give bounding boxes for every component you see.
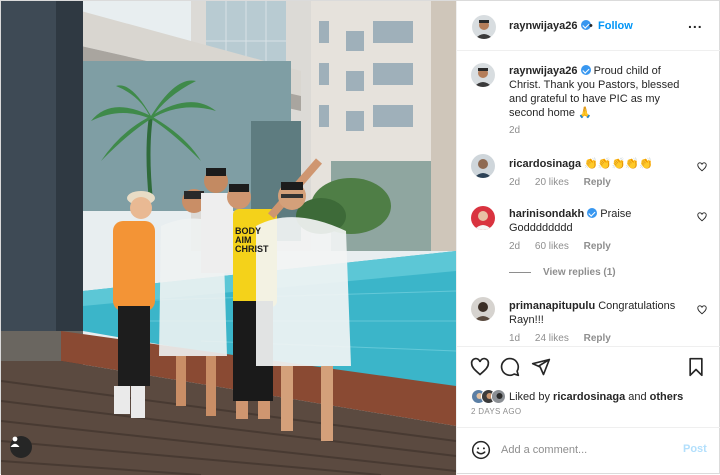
user-tag-icon[interactable] [10,436,32,458]
bookmark-icon[interactable] [686,357,706,377]
replies-line [509,271,531,273]
reply-button[interactable]: Reply [584,241,611,252]
heart-icon[interactable] [470,357,490,377]
comment-username[interactable]: harinisondakh [509,208,584,220]
caption-age: 2d [509,125,521,136]
author-avatar[interactable] [471,63,495,87]
liker-avatar [491,389,506,404]
view-replies-button[interactable]: View replies (1) [509,267,616,278]
view-replies-label: View replies (1) [543,267,616,278]
comment-heart-icon[interactable] [697,305,707,315]
shirt-text: BODY AIM CHRIST [235,226,269,254]
comment-likes[interactable]: 24 likes [535,333,569,344]
post-header: raynwijaya26 • Follow ... [457,1,720,51]
author-username[interactable]: raynwijaya26 [509,20,591,32]
comment-text: harinisondakh Praise Godddddddd [509,207,689,235]
photo-illustration [1,1,456,475]
comment-input[interactable] [501,440,671,460]
comment-username[interactable]: ricardosinaga [509,158,581,170]
comments-list: raynwijaya26 Proud child of Christ. Than… [457,51,720,346]
reply-button[interactable]: Reply [584,177,611,188]
likes-and: and [628,391,647,403]
commenter-avatar[interactable] [471,154,495,178]
more-icon[interactable]: ... [688,15,703,31]
comment-age: 2d [509,177,521,188]
likes-prefix: Liked by [509,391,550,403]
comment-meta: 1d 24 likes Reply [509,333,623,344]
post-timestamp: 2 DAYS AGO [471,407,522,416]
likes-summary: Liked by ricardosinaga and others [471,389,711,405]
caption-text: raynwijaya26 Proud child of Christ. Than… [509,64,689,120]
comment-age: 2d [509,241,521,252]
liker-username[interactable]: ricardosinaga [553,391,625,403]
caption-meta: 2d [509,125,532,136]
comment-heart-icon[interactable] [697,162,707,172]
action-bar [457,346,720,386]
instagram-post-modal: BODY AIM CHRIST raynwijaya26 • Follow ..… [0,0,720,475]
follow-button[interactable]: Follow [598,20,633,32]
comment-icon[interactable] [500,357,520,377]
likers-avatars[interactable] [471,389,507,405]
likes-others-link[interactable]: others [650,391,684,403]
emoji-icon[interactable] [471,440,491,460]
comment-age: 1d [509,333,521,344]
comment-text: primanapitupulu Congratulations Rayn!!! [509,299,689,327]
comment-meta: 2d 20 likes Reply [509,177,623,188]
comment-meta: 2d 60 likes Reply [509,241,623,252]
likes-text: Liked by ricardosinaga and others [509,391,683,403]
commenter-avatar[interactable] [471,297,495,321]
comment-likes[interactable]: 60 likes [535,241,569,252]
comment-text: ricardosinaga 👏👏👏👏👏 [509,157,689,171]
commenter-avatar[interactable] [471,206,495,230]
post-comment-button[interactable]: Post [683,443,707,455]
separator-dot: • [589,20,593,32]
reply-button[interactable]: Reply [584,333,611,344]
author-avatar[interactable] [472,15,496,39]
verified-icon [580,65,591,75]
comment-heart-icon[interactable] [697,212,707,222]
post-photo[interactable]: BODY AIM CHRIST [1,1,456,475]
verified-icon [587,208,598,218]
comment-likes[interactable]: 20 likes [535,177,569,188]
share-icon[interactable] [531,357,551,377]
comment-username[interactable]: primanapitupulu [509,300,595,312]
post-sidebar: raynwijaya26 • Follow ... raynwijaya26 P… [456,1,720,475]
add-comment-bar: Post [457,427,720,475]
caption-username[interactable]: raynwijaya26 [509,65,578,77]
comment-body: 👏👏👏👏👏 [584,158,653,170]
